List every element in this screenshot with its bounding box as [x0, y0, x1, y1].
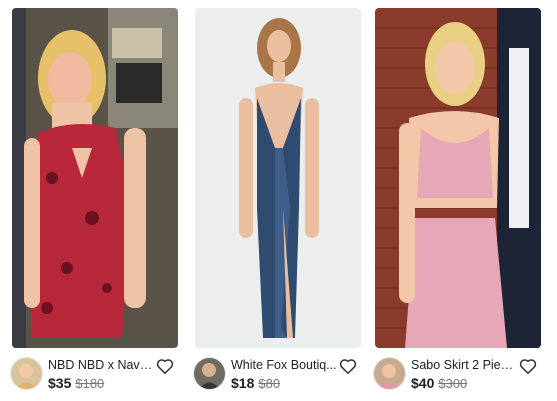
- original-price: $300: [438, 376, 468, 391]
- listing-card[interactable]: White Fox Boutiq... $18 $80: [193, 8, 361, 400]
- listing-meta: Sabo Skirt 2 Piec... $40 $300: [373, 356, 541, 400]
- listing-meta: NBD NBD x Nave... $35 $180: [10, 356, 178, 400]
- listing-price: $40: [411, 375, 435, 391]
- price-row: $18 $80: [231, 375, 280, 393]
- heart-outline-icon[interactable]: [156, 358, 174, 375]
- heart-outline-icon[interactable]: [339, 358, 357, 375]
- seller-avatar-image: [11, 358, 42, 389]
- seller-avatar-image: [194, 358, 225, 389]
- listing-title[interactable]: White Fox Boutiq...: [231, 358, 337, 372]
- listing-meta: White Fox Boutiq... $18 $80: [193, 356, 361, 400]
- seller-avatar-image: [374, 358, 405, 389]
- seller-avatar[interactable]: [373, 357, 406, 390]
- listing-card[interactable]: Sabo Skirt 2 Piec... $40 $300: [373, 8, 541, 400]
- price-row: $35 $180: [48, 375, 104, 393]
- listing-photo[interactable]: [195, 8, 361, 348]
- price-row: $40 $300: [411, 375, 467, 393]
- seller-avatar[interactable]: [193, 357, 226, 390]
- listing-grid: NBD NBD x Nave... $35 $180 White Fox Bou…: [0, 0, 557, 401]
- original-price: $80: [258, 376, 281, 391]
- seller-avatar[interactable]: [10, 357, 43, 390]
- navy-satin-gown-photo: [195, 8, 361, 348]
- heart-outline-icon[interactable]: [519, 358, 537, 375]
- listing-title[interactable]: NBD NBD x Nave...: [48, 358, 154, 372]
- listing-photo[interactable]: [375, 8, 541, 348]
- listing-price: $35: [48, 375, 72, 391]
- listing-card[interactable]: NBD NBD x Nave... $35 $180: [10, 8, 178, 400]
- red-snakeskin-dress-photo: [12, 8, 178, 348]
- listing-title[interactable]: Sabo Skirt 2 Piec...: [411, 358, 517, 372]
- pink-two-piece-set-photo: [375, 8, 541, 348]
- original-price: $180: [75, 376, 105, 391]
- listing-photo[interactable]: [12, 8, 178, 348]
- listing-price: $18: [231, 375, 255, 391]
